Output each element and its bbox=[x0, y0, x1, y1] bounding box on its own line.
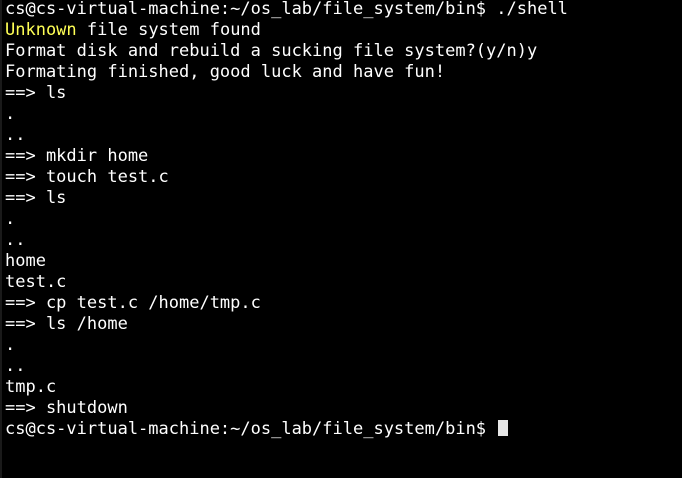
terminal-window[interactable]: cs@cs-virtual-machine:~/os_lab/file_syst… bbox=[0, 0, 682, 478]
command-line: ==> mkdir home bbox=[5, 146, 149, 166]
output-text: file system found bbox=[86, 20, 261, 40]
command-line: ==> ls bbox=[5, 188, 67, 208]
command-line: ==> shutdown bbox=[5, 398, 128, 418]
output-line: .. bbox=[5, 356, 26, 376]
output-line: . bbox=[5, 209, 16, 229]
window-border bbox=[0, 0, 2, 478]
command-line: ==> ls bbox=[5, 83, 67, 103]
output-line: . bbox=[5, 104, 16, 124]
command-line: ==> touch test.c bbox=[5, 167, 169, 187]
warning-word: Unknown bbox=[5, 20, 77, 40]
output-line: Format disk and rebuild a sucking file s… bbox=[5, 41, 538, 61]
output-line: home bbox=[5, 251, 46, 271]
output-line: .. bbox=[5, 125, 26, 145]
output-line: Formating finished, good luck and have f… bbox=[5, 62, 446, 82]
output-line: . bbox=[5, 335, 16, 355]
active-prompt-line[interactable]: cs@cs-virtual-machine:~/os_lab/file_syst… bbox=[5, 419, 509, 440]
output-line: Unknown file system found bbox=[5, 20, 261, 41]
prompt-text: cs@cs-virtual-machine:~/os_lab/file_syst… bbox=[5, 419, 497, 439]
output-line: tmp.c bbox=[5, 377, 57, 397]
text-cursor bbox=[498, 420, 509, 436]
output-line: test.c bbox=[5, 272, 67, 292]
prompt-text: cs@cs-virtual-machine:~/os_lab/file_syst… bbox=[5, 0, 568, 19]
command-line: ==> cp test.c /home/tmp.c bbox=[5, 293, 261, 313]
command-line: ==> ls /home bbox=[5, 314, 128, 334]
output-line: .. bbox=[5, 230, 26, 250]
prompt-line: cs@cs-virtual-machine:~/os_lab/file_syst… bbox=[5, 0, 568, 20]
